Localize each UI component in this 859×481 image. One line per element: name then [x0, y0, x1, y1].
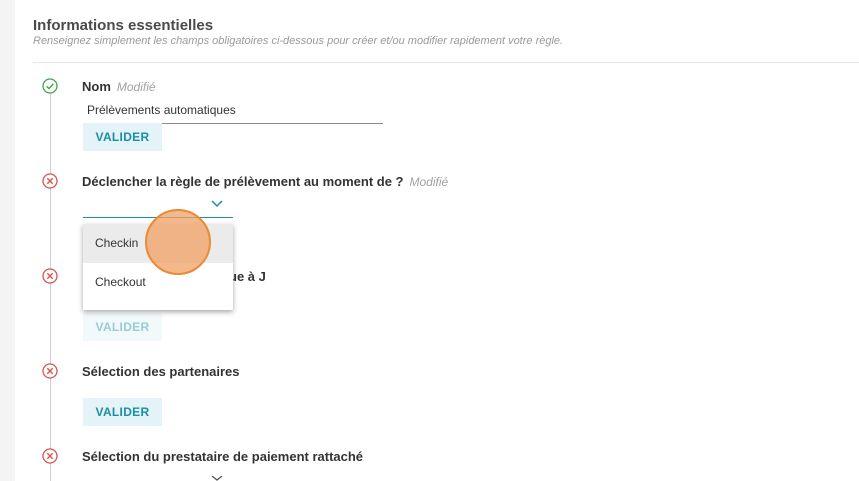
option-checkout-label: Checkout	[95, 275, 146, 289]
check-circle-icon	[42, 78, 58, 94]
section-subtitle: Renseignez simplement les champs obligat…	[33, 35, 564, 47]
x-circle-icon	[42, 173, 58, 189]
step-partners-label: Sélection des partenaires	[82, 364, 240, 379]
header-divider	[33, 62, 859, 63]
stepper-line	[50, 93, 51, 481]
validate-name-button[interactable]: VALIDER	[83, 123, 162, 151]
modified-badge: Modifié	[116, 80, 156, 94]
name-input[interactable]: Prélèvements automatiques	[83, 101, 383, 124]
validate-partners-button[interactable]: VALIDER	[83, 398, 162, 426]
click-indicator	[145, 209, 211, 275]
step-name-title: Nom	[82, 79, 111, 94]
step-trigger-label: Déclencher la règle de prélèvement au mo…	[82, 174, 448, 189]
validate-step3-button[interactable]: VALIDER	[83, 313, 162, 341]
step-payment-provider-label: Sélection du prestataire de paiement rat…	[82, 449, 364, 464]
step-3-label-fragment: ue à J	[229, 269, 266, 284]
x-circle-icon	[42, 448, 58, 464]
x-circle-icon	[42, 268, 58, 284]
step-name-label: Nom Modifié	[82, 79, 156, 94]
step-trigger-title: Déclencher la règle de prélèvement au mo…	[82, 174, 404, 189]
modified-badge: Modifié	[409, 175, 449, 189]
chevron-down-icon[interactable]	[210, 199, 224, 209]
x-circle-icon	[42, 363, 58, 379]
chevron-down-icon[interactable]	[210, 476, 224, 481]
option-checkin-label: Checkin	[95, 236, 139, 250]
section-title: Informations essentielles	[33, 17, 214, 34]
name-input-value: Prélèvements automatiques	[87, 103, 236, 117]
